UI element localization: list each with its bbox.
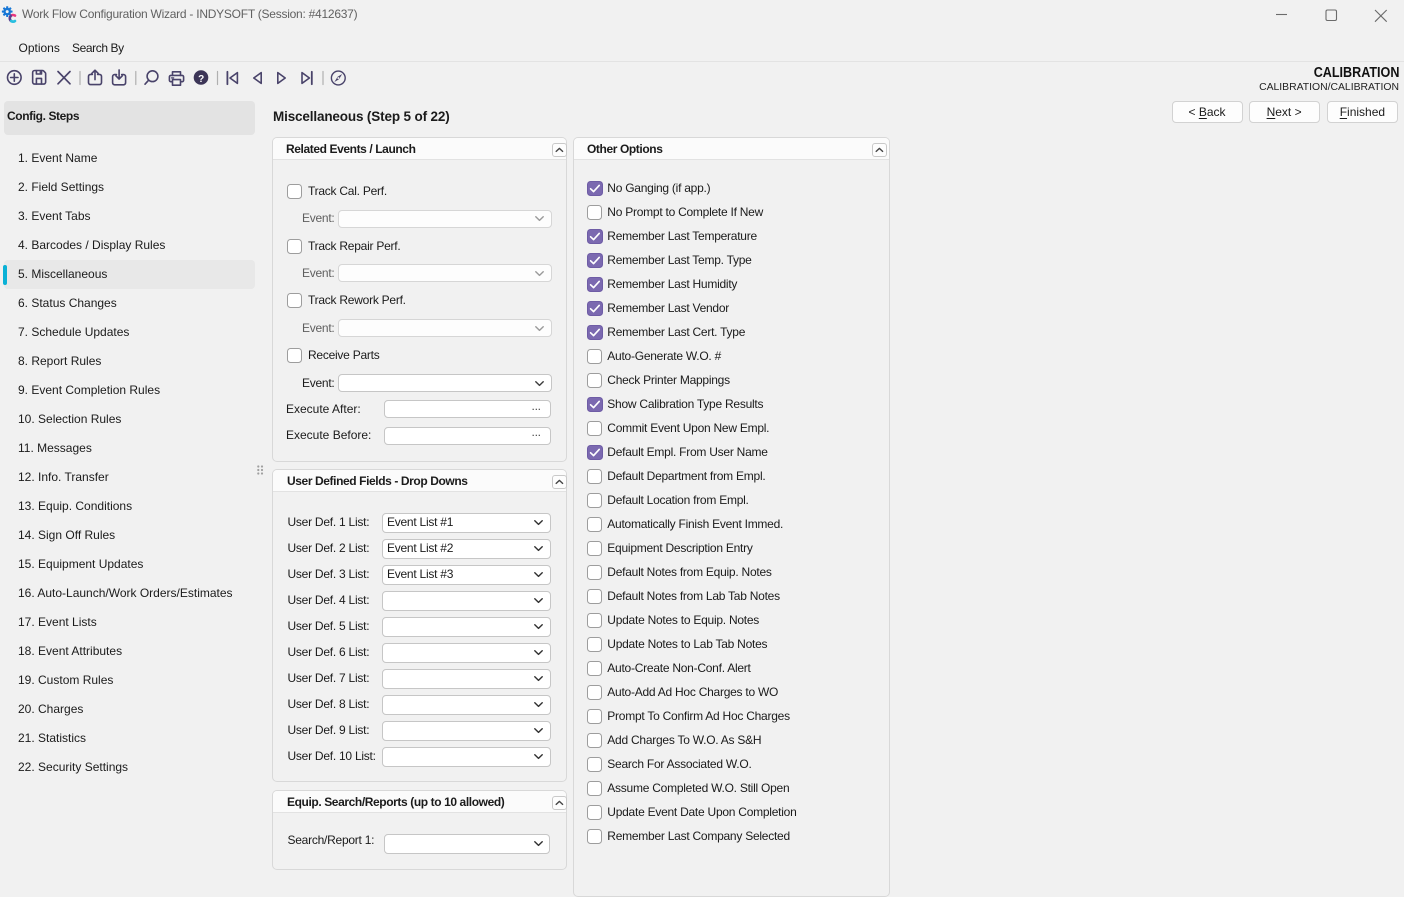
svg-text:?: ?: [198, 74, 204, 85]
